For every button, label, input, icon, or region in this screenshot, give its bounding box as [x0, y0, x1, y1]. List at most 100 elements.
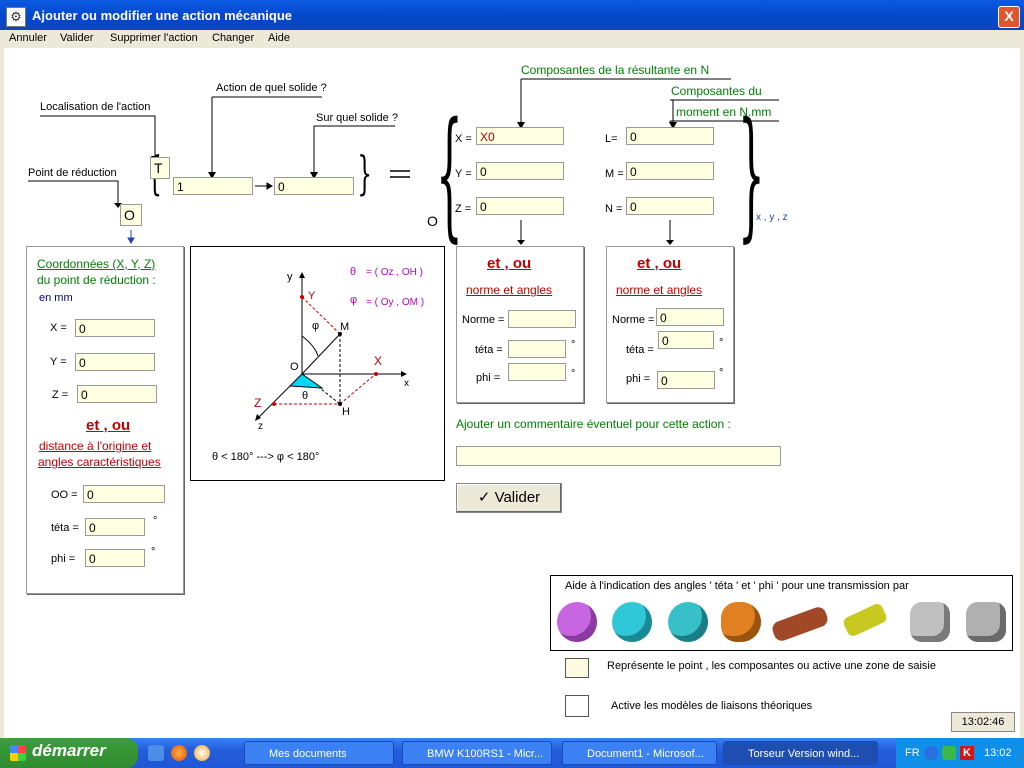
mom-norme-label: Norme = — [612, 314, 655, 326]
phi-def-symbol: φ — [350, 294, 358, 306]
coord-z-label: Z = — [52, 389, 69, 401]
comment-label: Ajouter un commentaire éventuel pour cet… — [456, 417, 731, 431]
mom-phi-field[interactable]: 0 — [657, 371, 715, 389]
comment-field[interactable] — [456, 446, 781, 466]
res-phi-field[interactable] — [508, 363, 566, 381]
diag-z-axis: z — [258, 421, 263, 432]
res-x-field[interactable]: X0 — [476, 127, 564, 145]
point-letter-field[interactable]: T — [150, 157, 170, 179]
mom-phi-label: phi = — [626, 373, 651, 385]
coord-phi-field[interactable]: 0 — [85, 549, 145, 567]
resultante-title: Composantes de la résultante en N — [521, 63, 710, 77]
coord-teta-field[interactable]: 0 — [85, 518, 145, 536]
solide-from-field[interactable]: 1 — [173, 177, 253, 195]
hypoid-gear-icon[interactable] — [966, 602, 1006, 642]
coord-oo-field[interactable]: 0 — [83, 485, 165, 503]
valider-label: Valider — [494, 489, 541, 506]
res-z-field[interactable]: 0 — [476, 197, 564, 215]
windows-logo-icon — [10, 745, 26, 761]
mom-m-label: M = — [605, 168, 624, 180]
desktop-icon[interactable] — [148, 745, 164, 761]
coords-dist-2: angles caractéristiques — [38, 455, 161, 469]
res-y-label: Y = — [455, 168, 472, 180]
localisation-label: Localisation de l'action — [40, 101, 151, 113]
antivirus-icon[interactable]: K — [960, 746, 974, 760]
diag-theta: θ — [302, 390, 309, 402]
sur-label: Sur quel solide ? — [316, 112, 398, 124]
mom-teta-field[interactable]: 0 — [658, 331, 714, 349]
res-etou: et , ou — [487, 255, 532, 272]
valider-button[interactable]: ✓ Valider — [456, 483, 562, 513]
liaison-tool-icon — [565, 695, 589, 717]
theta-def-symbol: θ — [350, 266, 357, 278]
diag-Y: Y — [308, 290, 316, 302]
mom-etou: et , ou — [637, 255, 682, 272]
coord-teta-label: téta = — [51, 522, 79, 534]
coord-y-label: Y = — [50, 356, 67, 368]
network-icon[interactable] — [924, 746, 938, 760]
check-icon: ✓ — [477, 489, 495, 506]
torseur-close-brace: } — [738, 93, 765, 256]
diag-h: H — [342, 406, 350, 418]
coord-oo-label: OO = — [51, 489, 78, 501]
axis-diagram — [255, 272, 407, 421]
system-tray: FR K 13:02 — [896, 738, 1024, 768]
spur-gear-icon[interactable] — [557, 602, 597, 642]
mom-n-field[interactable]: 0 — [626, 197, 714, 215]
coords-subtitle: du point de réduction : — [37, 273, 156, 287]
right-brace: } — [357, 146, 372, 200]
coord-x-label: X = — [50, 322, 67, 334]
coords-etou: et , ou — [86, 417, 131, 434]
mom-m-field[interactable]: 0 — [626, 162, 714, 180]
res-z-label: Z = — [455, 203, 472, 215]
coord-x-field[interactable]: 0 — [75, 319, 155, 337]
media-player-icon[interactable] — [194, 745, 210, 761]
res-norme-label: Norme = — [462, 314, 505, 326]
res-x-label: X = — [455, 133, 472, 145]
spiral-bevel-gear-icon[interactable] — [910, 602, 950, 642]
diag-m: M — [340, 321, 350, 333]
point-origin-field[interactable]: O — [120, 204, 142, 226]
firefox-icon[interactable] — [171, 745, 187, 761]
task-document1[interactable]: Document1 - Microsof... — [562, 741, 717, 765]
res-phi-deg: ° — [571, 368, 576, 380]
mom-l-field[interactable]: 0 — [626, 127, 714, 145]
coords-dist-1: distance à l'origine et — [39, 439, 152, 453]
coord-z-field[interactable]: 0 — [77, 385, 157, 403]
legend-2: Active les modèles de liaisons théorique… — [611, 700, 813, 712]
coord-phi-label: phi = — [51, 553, 76, 565]
res-teta-field[interactable] — [508, 340, 566, 358]
tray-time: 13:02 — [984, 747, 1012, 759]
herringbone-gear-icon[interactable] — [668, 602, 708, 642]
point-tool-icon — [565, 658, 589, 678]
res-teta-deg: ° — [571, 339, 576, 351]
theta-def: = ( Oz , OH ) — [366, 267, 423, 278]
mom-norme-field[interactable]: 0 — [656, 308, 724, 326]
diag-Z: Z — [254, 396, 262, 410]
mom-phi-deg: ° — [719, 367, 724, 379]
coord-phi-deg: ° — [151, 546, 156, 558]
mom-n-label: N = — [605, 203, 623, 215]
diag-o: O — [290, 361, 299, 373]
solide-to-field[interactable]: 0 — [274, 177, 354, 195]
lang-indicator[interactable]: FR — [905, 747, 920, 759]
moment-title-1: Composantes du — [671, 84, 762, 98]
diag-y-axis: y — [287, 271, 293, 283]
task-bmw[interactable]: BMW K100RS1 - Micr... — [402, 741, 552, 765]
clock-display: 13:02:46 — [951, 712, 1015, 732]
coords-unit: en mm — [39, 292, 73, 304]
action-label: Action de quel solide ? — [216, 82, 327, 94]
mom-l-label: L= — [605, 133, 618, 145]
task-mes-documents[interactable]: Mes documents — [244, 741, 394, 765]
helical-gear-icon[interactable] — [612, 602, 652, 642]
res-norme-field[interactable] — [508, 310, 576, 328]
mom-teta-label: téta = — [626, 344, 654, 356]
task-torseur[interactable]: Torseur Version wind... — [723, 741, 878, 765]
res-y-field[interactable]: 0 — [476, 162, 564, 180]
angle-range: θ < 180° ---> φ < 180° — [212, 451, 320, 463]
start-button[interactable]: démarrer — [0, 738, 138, 768]
security-icon[interactable] — [942, 746, 956, 760]
bevel-gear-icon[interactable] — [721, 602, 761, 642]
diag-phi: φ — [312, 320, 320, 332]
coord-y-field[interactable]: 0 — [75, 353, 155, 371]
